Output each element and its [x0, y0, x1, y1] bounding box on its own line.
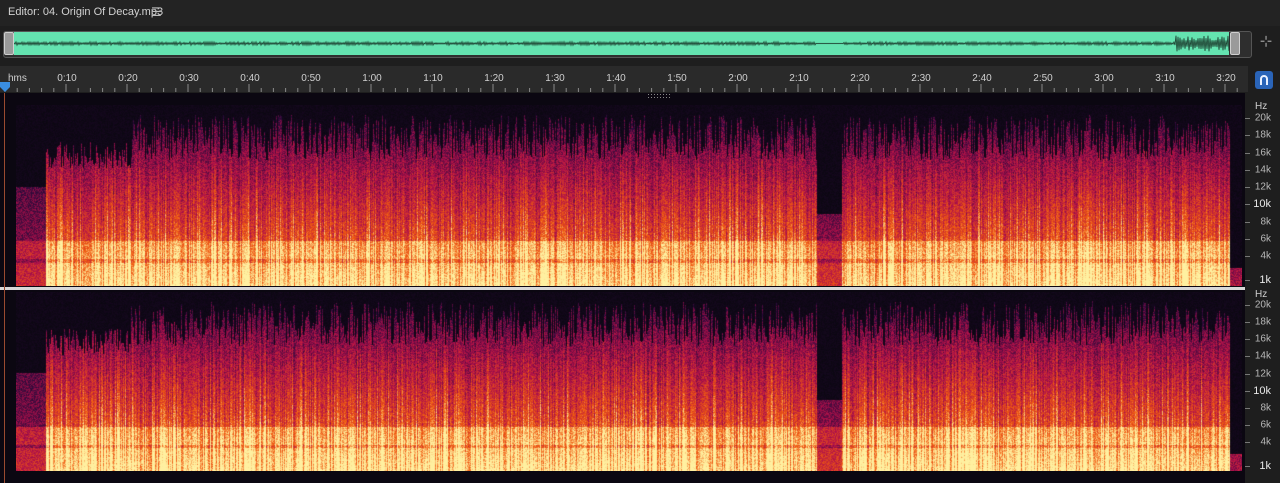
- frequency-tick: [1245, 373, 1250, 375]
- frequency-tick: [1245, 424, 1250, 426]
- frequency-tick: [1245, 187, 1250, 188]
- ruler-tick-label: 3:10: [1155, 73, 1175, 84]
- ruler-tick-label: 0:40: [240, 73, 260, 84]
- ruler-tick-label: 2:00: [728, 73, 748, 84]
- frequency-tick: [1245, 322, 1250, 324]
- frequency-tick: [1245, 390, 1250, 392]
- frequency-tick: [1245, 152, 1250, 154]
- ruler-unit-label: hms: [8, 73, 27, 84]
- editor-header: [0, 0, 1280, 26]
- zoom-navigator-icon[interactable]: ⊹: [1256, 32, 1276, 54]
- frequency-tick: [1245, 256, 1250, 257]
- frequency-unit-label: Hz: [1255, 289, 1268, 300]
- ruler-tick-label: 2:40: [972, 73, 992, 84]
- ruler-tick-label: 1:00: [362, 73, 382, 84]
- editor-title: Editor: 04. Origin Of Decay.mp3: [8, 6, 164, 18]
- ruler-tick-label: 0:20: [118, 73, 138, 84]
- frequency-tick: [1245, 339, 1250, 341]
- ruler-tick-label: 3:00: [1094, 73, 1114, 84]
- ruler-tick-label: 2:20: [850, 73, 870, 84]
- ruler-tick-label: 2:30: [911, 73, 931, 84]
- ruler-tick-label: 1:20: [484, 73, 504, 84]
- ruler-tick-label: 1:30: [545, 73, 565, 84]
- overview-right-handle[interactable]: [1230, 32, 1240, 55]
- frequency-tick: [1245, 466, 1250, 467]
- ruler-tick-label: 0:30: [179, 73, 199, 84]
- snap-magnet-icon[interactable]: [1255, 71, 1273, 89]
- frequency-tick: [1245, 204, 1250, 206]
- frequency-tick: [1245, 221, 1250, 223]
- channel-separator: [0, 287, 1245, 290]
- frequency-tick: [1245, 442, 1250, 443]
- frequency-tick: [1245, 118, 1250, 119]
- overview-waveform-trace: [14, 35, 1229, 52]
- ruler-tick-label: 3:20: [1216, 73, 1236, 84]
- ruler-ticks: [4, 84, 1238, 92]
- ruler-tick-label: 2:50: [1033, 73, 1053, 84]
- ruler-tick-label: 2:10: [789, 73, 809, 84]
- frequency-tick: [1245, 280, 1250, 281]
- ruler-tick-label: 0:50: [301, 73, 321, 84]
- hamburger-menu-icon[interactable]: ☰: [151, 5, 162, 19]
- cursor-line: [4, 93, 5, 483]
- overview-left-handle[interactable]: [4, 32, 14, 55]
- ruler-tick-label: 1:40: [606, 73, 626, 84]
- frequency-tick: [1245, 135, 1250, 137]
- frequency-tick: [1245, 356, 1250, 358]
- ruler-tick-label: 0:10: [57, 73, 77, 84]
- frequency-tick: [1245, 169, 1250, 171]
- frequency-tick: [1245, 407, 1250, 409]
- frequency-tick: [1245, 305, 1250, 306]
- panel-resize-grip[interactable]: [648, 94, 670, 98]
- frequency-tick: [1245, 238, 1250, 240]
- ruler-tick-label: 1:10: [423, 73, 443, 84]
- spectral-channel-left[interactable]: [16, 105, 1242, 286]
- spectral-channel-right[interactable]: [16, 292, 1242, 471]
- frequency-unit-label: Hz: [1255, 101, 1268, 112]
- ruler-tick-label: 1:50: [667, 73, 687, 84]
- playhead-marker-icon[interactable]: [0, 82, 10, 92]
